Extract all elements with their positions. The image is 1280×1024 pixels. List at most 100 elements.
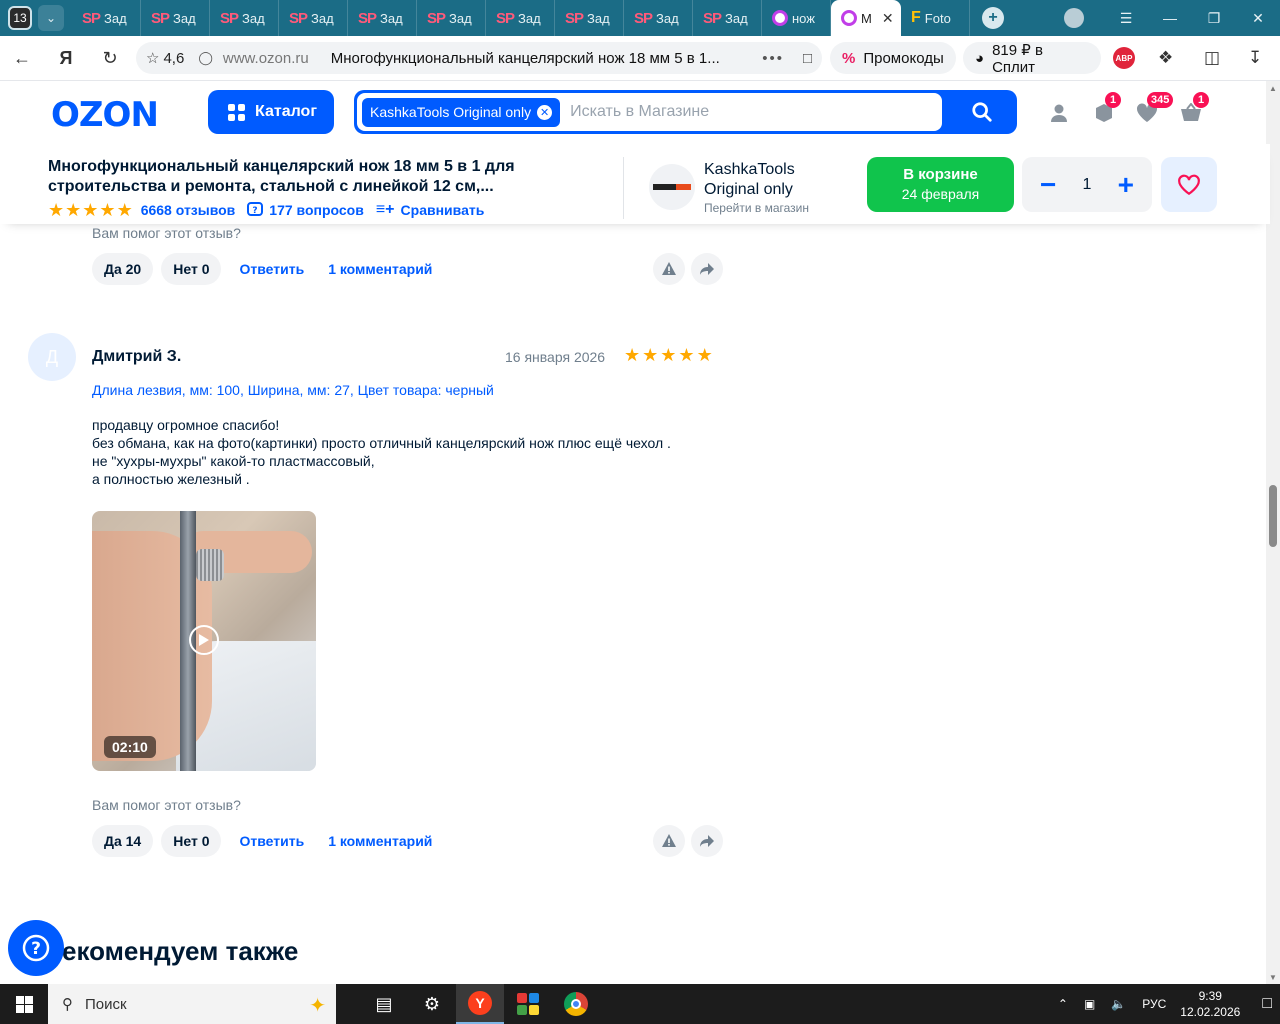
scroll-thumb[interactable] [1269,485,1277,547]
favorite-button[interactable] [1161,157,1217,212]
comments-link[interactable]: 1 комментарий [328,833,432,849]
product-title[interactable]: Многофункциональный канцелярский нож 18 … [48,157,608,197]
review-video-thumbnail[interactable]: 02:10 [92,511,316,771]
tab-list-chevron-icon[interactable]: ⌄ [38,5,64,31]
reload-icon[interactable]: ↻ [88,48,132,69]
browser-tab[interactable]: SP Зад [210,0,279,36]
language-indicator[interactable]: РУС [1142,997,1166,1011]
reply-link[interactable]: Ответить [239,833,304,849]
reply-link[interactable]: Ответить [239,261,304,277]
star-icon: ★ [696,345,713,365]
windows-icon [15,995,33,1013]
browser-tab[interactable]: SP Зад [417,0,486,36]
search-input[interactable]: KashkaTools Original only ✕ Искать в Маг… [357,93,942,131]
shield-icon[interactable]: ◯ [198,50,213,66]
url-field[interactable]: ☆ 4,6 ◯ www.ozon.ru Многофункциональный … [136,42,822,74]
product-rating-stars: ★ ★ ★ ★ ★ [48,201,133,219]
shop-logo[interactable] [649,164,695,210]
user-icon[interactable] [1046,100,1072,126]
network-icon[interactable]: ▣ [1084,997,1095,1011]
browser-tab[interactable]: SP Зад [72,0,141,36]
scroll-up-icon[interactable]: ▲ [1269,84,1277,93]
quantity-value: 1 [1082,175,1092,193]
back-icon[interactable]: ← [0,48,44,69]
help-button[interactable]: ? [8,920,64,976]
in-cart-label: В корзине [903,166,978,183]
report-icon[interactable] [653,825,685,857]
browser-tab[interactable]: SP Зад [486,0,555,36]
favorites-badge: 345 [1147,92,1174,108]
profile-icon[interactable] [1064,8,1084,28]
close-window-icon[interactable]: ✕ [1236,10,1280,27]
download-icon[interactable]: ↧ [1248,48,1262,68]
vote-yes-button[interactable]: Да 14 [92,825,154,857]
yandex-icon[interactable]: Я [44,48,88,69]
in-cart-button[interactable]: В корзине 24 февраля [867,157,1014,212]
favorites-icon[interactable]: 345 [1134,92,1174,126]
task-view-icon[interactable]: ▤ [360,984,408,1024]
browser-tab[interactable]: М ✕ [831,0,901,36]
chrome-icon[interactable] [552,984,600,1024]
avatar: Д [28,333,76,381]
shop-name[interactable]: KashkaTools Original only [704,160,844,200]
promo-button[interactable]: % Промокоды [830,42,956,74]
browser-tab-label: нож [792,10,815,26]
browser-tab[interactable]: SP Зад [141,0,210,36]
close-tab-icon[interactable]: ✕ [882,10,894,27]
split-icon: ◕ [975,49,985,67]
vote-no-button[interactable]: Нет 0 [161,253,222,285]
tab-count-button[interactable]: 13 [8,6,32,30]
ozon-favicon-icon [772,10,788,26]
minus-button[interactable]: − [1040,170,1056,198]
minimize-icon[interactable]: — [1148,10,1192,26]
browser-tab[interactable]: SP Зад [693,0,762,36]
extensions-icon[interactable]: ❖ [1158,48,1173,68]
ozon-logo[interactable]: OZON [51,95,159,135]
games-app-icon[interactable] [504,984,552,1024]
collections-icon[interactable]: ◫ [1204,48,1220,68]
scroll-down-icon[interactable]: ▼ [1269,973,1277,982]
clock[interactable]: 9:39 12.02.2026 [1180,988,1240,1020]
vote-no-button[interactable]: Нет 0 [161,825,222,857]
compare-link[interactable]: ≡+ Сравнивать [376,201,484,219]
browser-menu-icon[interactable]: ☰ [1104,10,1148,27]
bookmark-icon[interactable]: □ [803,50,812,67]
taskbar-search[interactable]: ⚲ Поиск ✦ [48,984,336,1024]
comments-link[interactable]: 1 комментарий [328,261,432,277]
volume-icon[interactable]: 🔈 [1111,997,1126,1011]
more-icon[interactable]: ••• [762,50,784,67]
chip-close-icon[interactable]: ✕ [537,104,553,120]
store-filter-chip[interactable]: KashkaTools Original only ✕ [362,97,561,127]
yandex-browser-icon[interactable]: Y [456,984,504,1024]
new-tab-button[interactable]: + [982,7,1004,29]
share-icon[interactable] [691,825,723,857]
star-icon: ★ [624,345,641,365]
plus-button[interactable]: + [1118,170,1134,198]
tray-chevron-icon[interactable]: ⌃ [1058,997,1068,1011]
vote-yes-button[interactable]: Да 20 [92,253,154,285]
report-icon[interactable] [653,253,685,285]
reviews-link[interactable]: 6668 отзывов [141,202,236,218]
share-icon[interactable] [691,253,723,285]
catalog-button[interactable]: Каталог [208,90,334,134]
cart-icon[interactable]: 1 [1178,92,1209,126]
browser-tab[interactable]: SP Зад [624,0,693,36]
notifications-icon[interactable]: □ [1262,995,1272,1013]
adblock-icon[interactable]: ABP [1113,47,1135,69]
go-to-shop-link[interactable]: Перейти в магазин [704,201,809,215]
browser-tab[interactable]: SP Зад [279,0,348,36]
review-variant[interactable]: Длина лезвия, мм: 100, Ширина, мм: 27, Ц… [92,382,494,398]
questions-link[interactable]: ? 177 вопросов [247,202,364,218]
play-icon[interactable] [189,625,219,655]
restore-icon[interactable]: ❐ [1192,10,1236,27]
start-button[interactable] [0,984,48,1024]
settings-icon[interactable]: ⚙ [408,984,456,1024]
browser-tab[interactable]: F Foto [901,0,970,36]
browser-tab[interactable]: SP Зад [555,0,624,36]
browser-tab[interactable]: SP Зад [348,0,417,36]
tab-strip: SP Зад SP Зад SP Зад SP Зад SP Зад SP Зад SP Зад SP Зад… [72,0,970,36]
browser-tab[interactable]: нож [762,0,831,36]
split-button[interactable]: ◕ 819 ₽ в Сплит [963,42,1101,76]
orders-icon[interactable]: 1 [1091,92,1121,126]
search-icon[interactable] [971,101,993,123]
